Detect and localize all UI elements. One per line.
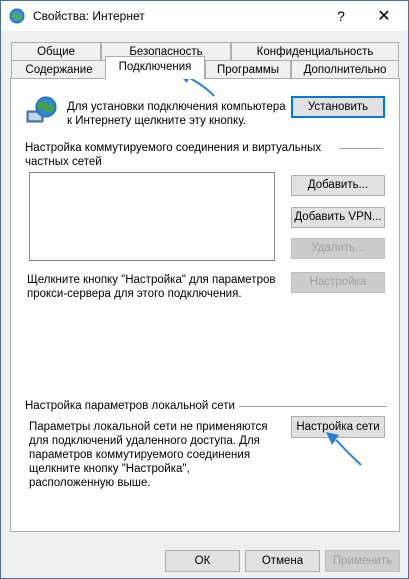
- lan-settings-button[interactable]: Настройка сети: [291, 416, 385, 438]
- close-button[interactable]: ✕: [364, 1, 404, 31]
- dialup-heading: Настройка коммутируемого соединения и ви…: [25, 142, 322, 168]
- tab-content[interactable]: Содержание: [11, 60, 107, 78]
- tab-connections[interactable]: Подключения: [105, 56, 205, 79]
- close-icon: ✕: [377, 8, 391, 25]
- apply-button[interactable]: Применить: [325, 550, 400, 572]
- cancel-button[interactable]: Отмена: [245, 550, 320, 572]
- dialup-settings-button[interactable]: Настройка: [291, 272, 385, 293]
- help-icon: ?: [337, 8, 345, 24]
- tab-privacy[interactable]: Конфиденциальность: [231, 42, 399, 60]
- ok-button[interactable]: ОК: [165, 550, 240, 572]
- proxy-hint: Щелкните кнопку "Настройка" для параметр…: [27, 274, 276, 300]
- add-vpn-button[interactable]: Добавить VPN...: [291, 207, 385, 228]
- add-button[interactable]: Добавить...: [291, 175, 385, 196]
- lan-heading: Настройка параметров локальной сети: [25, 400, 235, 412]
- title-bar: Свойства: Интернет ? ✕: [1, 1, 408, 31]
- tab-programs[interactable]: Программы: [205, 60, 291, 78]
- remove-button[interactable]: Удалить...: [291, 238, 385, 259]
- connections-list[interactable]: [29, 172, 275, 261]
- setup-description: Для установки подключения компьютера к И…: [67, 101, 286, 127]
- network-globe-icon: [26, 96, 57, 123]
- lan-description: Параметры локальной сети не применяются …: [29, 421, 268, 489]
- internet-options-icon: [9, 8, 25, 24]
- lan-divider: [239, 406, 387, 407]
- help-button[interactable]: ?: [321, 1, 361, 31]
- window-title: Свойства: Интернет: [33, 9, 145, 23]
- tab-general[interactable]: Общие: [11, 42, 101, 60]
- dialup-divider: [339, 148, 383, 149]
- tab-advanced[interactable]: Дополнительно: [291, 60, 399, 78]
- setup-button[interactable]: Установить: [291, 96, 385, 118]
- internet-properties-window: Свойства: Интернет ? ✕ Общие Безопасност…: [0, 0, 409, 579]
- connections-panel: Для установки подключения компьютера к И…: [10, 78, 400, 532]
